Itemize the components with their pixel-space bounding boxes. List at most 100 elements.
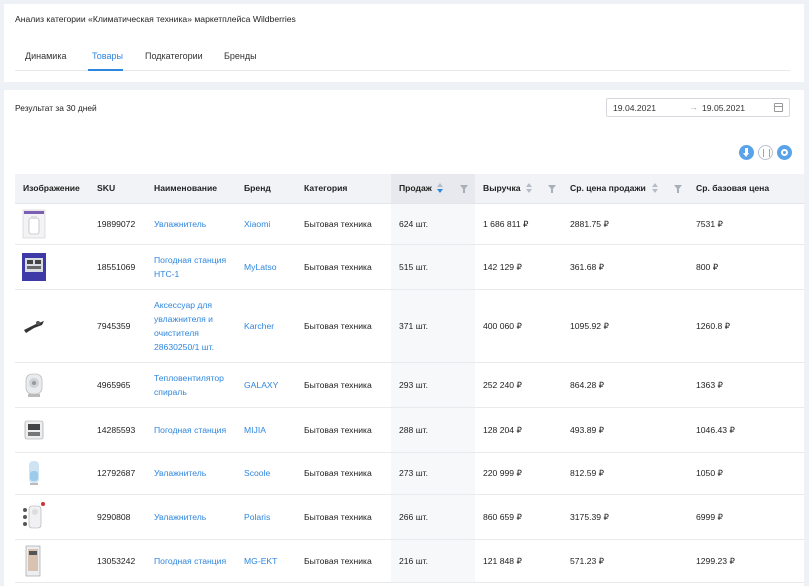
sort-icon[interactable] <box>437 183 443 194</box>
brand-link[interactable]: MyLatso <box>244 262 276 272</box>
image-column-cell <box>15 244 89 290</box>
col-base-price[interactable]: Ср. базовая цена <box>688 174 804 204</box>
avg-price-cell: 361.68 ₽ <box>570 261 605 272</box>
brand-column-cell: Karcher <box>236 289 296 363</box>
product-name-link[interactable]: Погодная станция <box>154 554 232 568</box>
product-name-link[interactable]: Погодная станция <box>154 423 232 437</box>
table-row[interactable]: 4965965 Тепловентилятор спираль GALAXY Быто… <box>15 362 804 408</box>
sort-icon[interactable] <box>526 183 532 194</box>
product-image[interactable] <box>22 369 46 401</box>
date-range-picker[interactable]: 19.04.2021 → 19.05.2021 <box>606 98 790 117</box>
sku-column-cell: 14285593 <box>89 407 146 453</box>
base_price-column-cell: 1050 ₽ <box>688 452 804 495</box>
table-row[interactable]: 7945359 Аксессуар для увлажнителя и очист… <box>15 289 804 363</box>
product-name-link[interactable]: Тепловентилятор спираль <box>154 371 232 399</box>
sku-cell: 19899072 <box>97 218 136 229</box>
sku-cell: 13053242 <box>97 555 136 566</box>
product-name-link[interactable]: Увлажнитель <box>154 217 232 231</box>
avg-price-cell: 493.89 ₽ <box>570 424 605 435</box>
col-revenue[interactable]: Выручка <box>475 174 562 204</box>
brand-link[interactable]: Xiaomi <box>244 219 270 229</box>
filter-icon[interactable] <box>460 185 468 193</box>
table-row[interactable]: 14285593 Погодная станция MIJIA Бытовая тех… <box>15 407 804 453</box>
brand-column-cell: GALAXY <box>236 362 296 408</box>
brand-link[interactable]: GALAXY <box>244 380 278 390</box>
table-row[interactable]: 9290808 Увлажнитель Polaris Бытовая техника… <box>15 494 804 540</box>
tab-brands[interactable]: Бренды <box>224 51 257 61</box>
sales-cell: 273 шт. <box>399 468 428 478</box>
table-row[interactable]: 19899072 Увлажнитель Xiaomi Бытовая техника… <box>15 203 804 245</box>
avg_price-column-cell: 571.23 ₽ <box>562 539 688 583</box>
results-card: Результат за 30 дней 19.04.2021 → 19.05.… <box>4 90 804 586</box>
calendar-icon[interactable] <box>774 103 783 112</box>
columns-icon[interactable] <box>758 145 773 160</box>
avg-price-cell: 3175.39 ₽ <box>570 511 609 522</box>
filter-icon[interactable] <box>674 185 682 193</box>
brand-link[interactable]: MIJIA <box>244 425 266 435</box>
col-avg-price[interactable]: Ср. цена продажи <box>562 174 688 204</box>
product-name-link[interactable]: Увлажнитель <box>154 510 232 524</box>
base-price-cell: 1260.8 ₽ <box>696 320 731 331</box>
sales-column-cell: 624 шт. <box>391 203 475 245</box>
tab-subcategories[interactable]: Подкатегории <box>145 51 203 61</box>
revenue-column-cell: 252 240 ₽ <box>475 362 562 408</box>
brand-column-cell: Polaris <box>236 494 296 540</box>
brand-link[interactable]: Karcher <box>244 321 274 331</box>
sort-icon[interactable] <box>652 183 658 194</box>
name-column-cell: Аксессуар для увлажнителя и очистителя 2… <box>146 289 236 363</box>
table-row[interactable]: 18551069 Погодная станция HTC-1 MyLatso Быт… <box>15 244 804 290</box>
sku-cell: 4965965 <box>97 379 131 390</box>
sales-cell: 288 шт. <box>399 424 428 435</box>
date-from[interactable]: 19.04.2021 <box>613 103 656 113</box>
table-row[interactable]: 13053242 Погодная станция MG-EKT Бытовая те… <box>15 539 804 583</box>
product-name-link[interactable]: Аксессуар для увлажнителя и очистителя 2… <box>154 298 232 354</box>
download-icon[interactable] <box>739 145 754 160</box>
product-image[interactable] <box>22 208 46 240</box>
base-price-cell: 1046.43 ₽ <box>696 424 735 435</box>
tab-bar: Динамика Товары Подкатегории Бренды <box>15 45 790 71</box>
sales-cell: 624 шт. <box>399 218 428 229</box>
col-revenue-label: Выручка <box>483 183 521 194</box>
table-header-row: Изображение SKU Наименование Бренд Катег… <box>15 174 804 204</box>
filter-icon[interactable] <box>548 185 556 193</box>
category-column-cell: Бытовая техника <box>296 407 391 453</box>
avg_price-column-cell: 812.59 ₽ <box>562 452 688 495</box>
sku-cell: 7945359 <box>97 320 131 331</box>
base-price-cell: 1299.23 ₽ <box>696 555 735 566</box>
sales-cell: 293 шт. <box>399 379 428 390</box>
brand-link[interactable]: Scoole <box>244 468 270 478</box>
col-name: Наименование <box>146 174 236 204</box>
tab-dynamics[interactable]: Динамика <box>25 51 66 61</box>
name-column-cell: Увлажнитель <box>146 452 236 495</box>
revenue-cell: 1 686 811 ₽ <box>483 218 529 229</box>
product-name-link[interactable]: Погодная станция HTC-1 <box>154 253 232 281</box>
category-cell: Бытовая техника <box>304 511 372 522</box>
product-image[interactable] <box>22 501 46 533</box>
image-column-cell <box>15 539 89 583</box>
name-column-cell: Погодная станция <box>146 407 236 453</box>
product-image[interactable] <box>22 457 46 489</box>
table-toolbar <box>739 145 794 161</box>
product-image[interactable] <box>22 310 46 342</box>
table-row[interactable]: 12792687 Увлажнитель Scoole Бытовая техника… <box>15 452 804 495</box>
sales-column-cell: 293 шт. <box>391 362 475 408</box>
settings-icon[interactable] <box>777 145 792 160</box>
tab-products[interactable]: Товары <box>92 51 123 61</box>
brand-link[interactable]: Polaris <box>244 512 270 522</box>
sales-cell: 515 шт. <box>399 261 428 272</box>
brand-column-cell: MG-EKT <box>236 539 296 583</box>
product-image[interactable] <box>22 251 46 283</box>
date-to[interactable]: 19.05.2021 <box>702 103 745 113</box>
product-name-link[interactable]: Увлажнитель <box>154 466 232 480</box>
brand-link[interactable]: MG-EKT <box>244 556 277 566</box>
product-image[interactable] <box>22 414 46 446</box>
revenue-column-cell: 128 204 ₽ <box>475 407 562 453</box>
avg-price-cell: 571.23 ₽ <box>570 555 605 566</box>
avg_price-column-cell: 3175.39 ₽ <box>562 494 688 540</box>
col-sales[interactable]: Продаж <box>391 174 475 204</box>
name-column-cell: Тепловентилятор спираль <box>146 362 236 408</box>
product-image[interactable] <box>22 545 46 577</box>
col-image: Изображение <box>15 174 89 204</box>
name-column-cell: Погодная станция HTC-1 <box>146 244 236 290</box>
header-card: Анализ категории «Климатическая техника»… <box>4 4 804 82</box>
